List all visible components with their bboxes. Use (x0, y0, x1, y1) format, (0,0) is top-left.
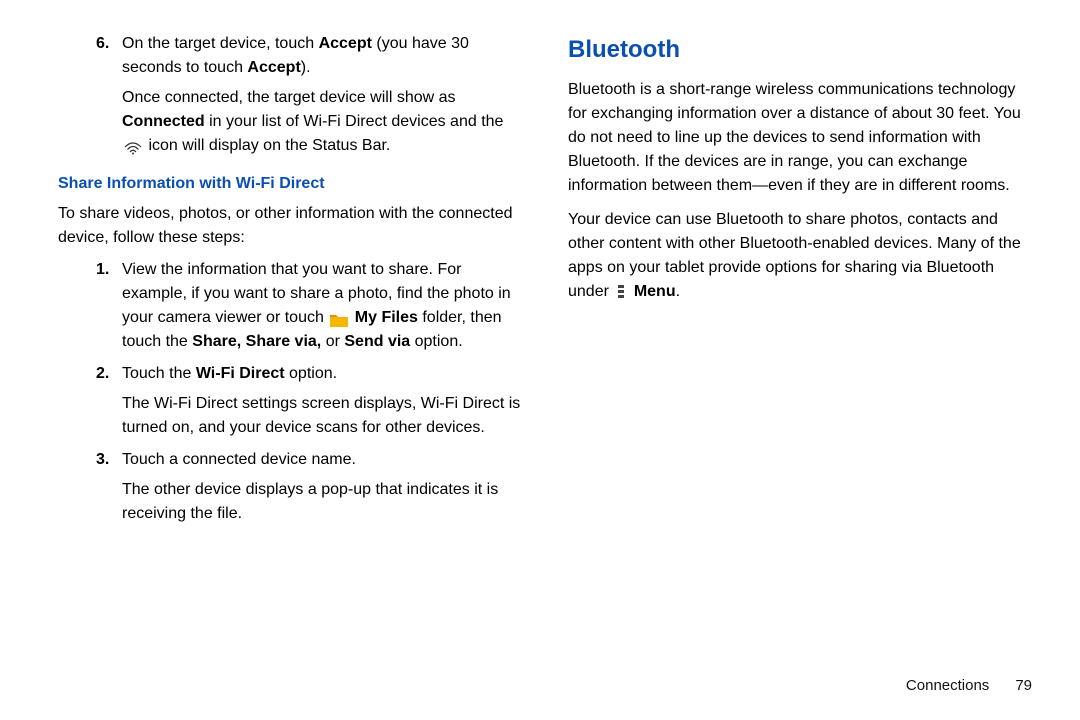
page-footer: Connections 79 (906, 677, 1032, 694)
bold-text: Share, Share via, (192, 333, 321, 350)
folder-icon (330, 311, 348, 325)
bold-text: Send via (344, 333, 410, 350)
text: option. (410, 333, 462, 350)
paragraph: Your device can use Bluetooth to share p… (568, 208, 1038, 304)
bold-text: Connected (122, 113, 205, 130)
text: in your list of Wi-Fi Direct devices and… (205, 113, 504, 130)
text: The other device displays a pop-up that … (122, 481, 498, 522)
left-column: 6. On the target device, touch Accept (y… (58, 32, 528, 660)
text: or (321, 333, 344, 350)
subsection-heading: Share Information with Wi-Fi Direct (58, 172, 528, 196)
bold-text: Accept (319, 35, 372, 52)
list-item-3: 3. Touch a connected device name. The ot… (96, 448, 528, 526)
text: Once connected, the target device will s… (122, 89, 456, 106)
text: Touch a connected device name. (122, 451, 356, 468)
bold-text: My Files (355, 309, 418, 326)
text: Touch the (122, 365, 196, 382)
list-item-2: 2. Touch the Wi-Fi Direct option. The Wi… (96, 362, 528, 440)
list-item-6: 6. On the target device, touch Accept (y… (96, 32, 528, 158)
menu-icon (615, 285, 627, 299)
list-body: View the information that you want to sh… (122, 258, 528, 354)
text: On the target device, touch (122, 35, 319, 52)
text: option. (285, 365, 337, 382)
list-number: 2. (96, 362, 122, 440)
footer-section: Connections (906, 677, 989, 694)
intro-text: To share videos, photos, or other inform… (58, 202, 528, 250)
text: . (676, 283, 680, 300)
bold-text: Wi-Fi Direct (196, 365, 285, 382)
wifi-direct-icon (124, 139, 142, 153)
page-content: 6. On the target device, touch Accept (y… (0, 0, 1080, 660)
text: The Wi-Fi Direct settings screen display… (122, 395, 520, 436)
footer-page-number: 79 (1015, 677, 1032, 694)
list-body: Touch a connected device name. The other… (122, 448, 528, 526)
list-item-1: 1. View the information that you want to… (96, 258, 528, 354)
text: ). (301, 59, 311, 76)
section-heading: Bluetooth (568, 32, 1038, 68)
bold-text: Menu (634, 283, 676, 300)
list-body: Touch the Wi-Fi Direct option. The Wi-Fi… (122, 362, 528, 440)
list-body: On the target device, touch Accept (you … (122, 32, 528, 158)
list-number: 3. (96, 448, 122, 526)
list-number: 1. (96, 258, 122, 354)
bold-text: Accept (247, 59, 300, 76)
list-number: 6. (96, 32, 122, 158)
text: icon will display on the Status Bar. (148, 137, 390, 154)
right-column: Bluetooth Bluetooth is a short-range wir… (568, 32, 1038, 660)
paragraph: Bluetooth is a short-range wireless comm… (568, 78, 1038, 198)
